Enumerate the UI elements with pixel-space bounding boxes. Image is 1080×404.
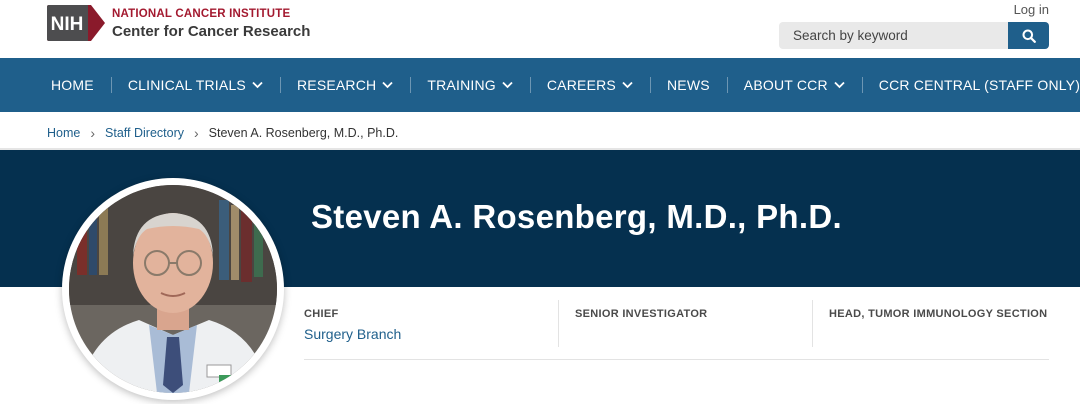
chevron-down-icon [834, 81, 845, 89]
breadcrumb-chevron-icon: › [193, 125, 199, 141]
nav-item-ccr-central[interactable]: CCR CENTRAL (STAFF ONLY) [861, 58, 1080, 112]
page-title: Steven A. Rosenberg, M.D., Ph.D. [311, 198, 842, 235]
nav-item-label: HOME [51, 77, 94, 93]
nav-item-about-ccr[interactable]: ABOUT CCR [726, 58, 862, 112]
title-label: HEAD, TUMOR IMMUNOLOGY SECTION [829, 308, 1048, 320]
title-label: CHIEF [304, 308, 339, 320]
search-form [779, 22, 1049, 49]
chevron-down-icon [622, 81, 633, 89]
nav-item-clinical-trials[interactable]: CLINICAL TRIALS [110, 58, 280, 112]
institute-name[interactable]: NATIONAL CANCER INSTITUTE Center for Can… [112, 8, 310, 41]
title-senior-investigator: SENIOR INVESTIGATOR [558, 300, 794, 347]
breadcrumb-current: Steven A. Rosenberg, M.D., Ph.D. [208, 126, 399, 140]
nav-item-label: NEWS [666, 77, 710, 93]
title-label: SENIOR INVESTIGATOR [575, 308, 708, 320]
profile-photo-image [69, 185, 277, 393]
nav-item-news[interactable]: NEWS [649, 58, 727, 112]
institute-line1: NATIONAL CANCER INSTITUTE [112, 8, 291, 20]
nav-item-training[interactable]: TRAINING [410, 58, 530, 112]
nav-item-label: RESEARCH [296, 77, 377, 93]
search-icon [1022, 29, 1036, 43]
nav-item-home[interactable]: HOME [34, 58, 111, 112]
nih-logo[interactable]: NIH [47, 5, 105, 41]
profile-titles: CHIEF Surgery Branch SENIOR INVESTIGATOR… [304, 300, 1049, 360]
search-input[interactable] [779, 22, 1008, 49]
title-head-tumor-immunology: HEAD, TUMOR IMMUNOLOGY SECTION [812, 300, 1049, 347]
nav-item-careers[interactable]: CAREERS [529, 58, 650, 112]
chevron-down-icon [252, 81, 263, 89]
breadcrumb: Home › Staff Directory › Steven A. Rosen… [47, 126, 398, 140]
chevron-down-icon [502, 81, 513, 89]
nav-item-label: CCR CENTRAL (STAFF ONLY) [878, 77, 1080, 93]
breadcrumb-staff-directory[interactable]: Staff Directory [105, 126, 184, 140]
profile-photo [62, 178, 284, 400]
nih-logo-text: NIH [51, 14, 84, 35]
main-nav: HOME CLINICAL TRIALS RESEARCH TRAINING C… [0, 58, 1080, 112]
breadcrumb-chevron-icon: › [90, 125, 96, 141]
nav-item-label: TRAINING [427, 77, 496, 93]
nav-item-label: CAREERS [546, 77, 616, 93]
institute-line2: Center for Cancer Research [112, 23, 311, 40]
search-button[interactable] [1008, 22, 1049, 49]
login-link[interactable]: Log in [1014, 2, 1049, 17]
surgery-branch-link[interactable]: Surgery Branch [304, 326, 540, 342]
nav-item-research[interactable]: RESEARCH [279, 58, 410, 112]
chevron-down-icon [382, 81, 394, 89]
nav-item-label: ABOUT CCR [743, 77, 828, 93]
title-chief: CHIEF Surgery Branch [304, 300, 540, 347]
breadcrumb-home[interactable]: Home [47, 126, 80, 140]
site-header: NIH NATIONAL CANCER INSTITUTE Center for… [0, 0, 1080, 58]
nav-item-label: CLINICAL TRIALS [127, 77, 246, 93]
